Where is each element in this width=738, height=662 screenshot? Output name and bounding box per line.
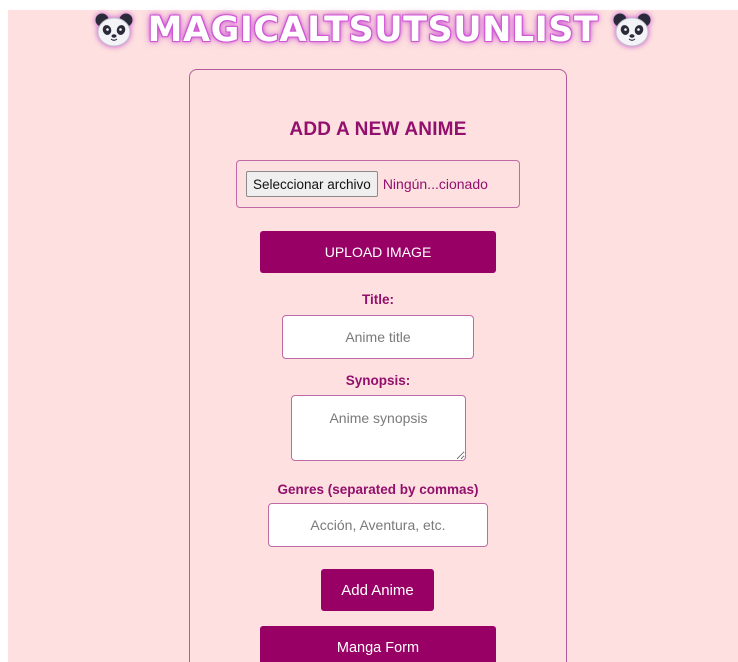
- form-heading: ADD A NEW ANIME: [289, 119, 467, 140]
- genres-input[interactable]: [268, 503, 488, 547]
- site-title: MAGICALTSUTSUNLIST: [147, 10, 599, 50]
- page-background: MAGICALTSUTSUNLIST ADD A NEW ANIME Selec…: [8, 10, 738, 662]
- site-header: MAGICALTSUTSUNLIST: [8, 10, 738, 50]
- manga-form-button[interactable]: Manga Form: [260, 626, 496, 662]
- file-input: Seleccionar archivo Ningún...cionado: [236, 160, 520, 208]
- upload-image-button[interactable]: UPLOAD IMAGE: [260, 231, 496, 273]
- choose-file-button[interactable]: Seleccionar archivo: [246, 171, 378, 197]
- title-label: Title:: [361, 292, 394, 307]
- synopsis-input[interactable]: [291, 395, 466, 461]
- panda-icon: [613, 13, 651, 47]
- title-input[interactable]: [282, 315, 474, 359]
- file-status: Ningún...cionado: [382, 176, 488, 192]
- panda-icon: [95, 13, 133, 47]
- synopsis-label: Synopsis:: [345, 373, 411, 388]
- add-anime-form: ADD A NEW ANIME Seleccionar archivo Ning…: [189, 69, 567, 662]
- add-anime-button[interactable]: Add Anime: [321, 569, 434, 611]
- genres-label: Genres (separated by commas): [277, 482, 479, 497]
